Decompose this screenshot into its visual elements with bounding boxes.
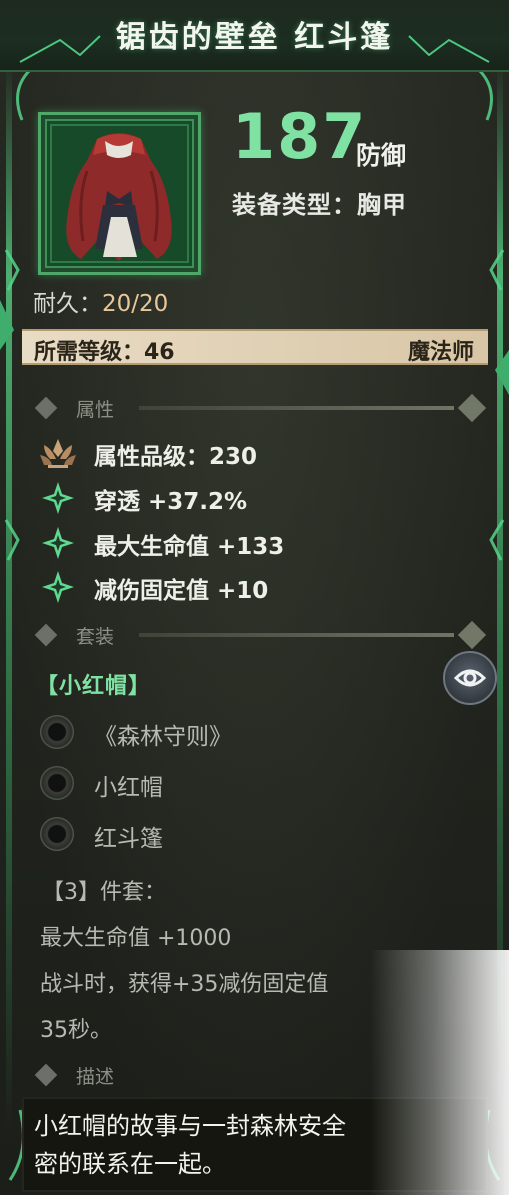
title-header: 锯齿的壁垒 红斗篷 [0, 0, 509, 72]
attribute-text: 穿透 +37.2% [94, 489, 248, 515]
eye-icon [454, 669, 486, 687]
item-icon-frame[interactable] [38, 112, 201, 275]
set-piece-name: 红斗篷 [94, 826, 163, 852]
lotus-icon [40, 439, 76, 468]
defense-value: 187 [232, 100, 368, 173]
sparkle-icon [42, 571, 74, 603]
divider [139, 406, 454, 410]
set-piece-slot-icon [40, 817, 74, 851]
set-piece-slot-icon [40, 766, 74, 800]
set-bonus-line: 最大生命值 +1000 [40, 926, 232, 951]
eye-preview-button[interactable] [443, 651, 497, 705]
attribute-text: 属性品级：230 [94, 444, 258, 470]
sparkle-icon [42, 527, 74, 559]
set-name: 【小红帽】 [36, 674, 152, 699]
set-bonus-line: 35秒。 [40, 1018, 112, 1043]
section-header-set: 套装 [34, 620, 488, 650]
set-piece-slot-icon [40, 715, 74, 749]
diamond-icon [457, 393, 487, 423]
sparkle-icon [42, 482, 74, 514]
section-label: 描述 [76, 1066, 115, 1088]
section-label: 属性 [76, 399, 115, 421]
description-text: 小红帽的故事与一封森林安全 密的联系在一起。 [34, 1107, 474, 1183]
description-line: 密的联系在一起。 [34, 1150, 226, 1178]
set-piece-name: 小红帽 [94, 775, 163, 801]
section-label: 套装 [76, 626, 115, 648]
description-box: 小红帽的故事与一封森林安全 密的联系在一起。 [22, 1097, 488, 1192]
attribute-text: 减伤固定值 +10 [94, 578, 269, 604]
required-level: 所需等级：46 [34, 340, 175, 365]
diamond-icon [34, 396, 58, 420]
item-title: 锯齿的壁垒 红斗篷 [115, 20, 394, 55]
defense-label: 防御 [356, 141, 407, 170]
set-bonus-header: 【3】件套： [42, 880, 166, 905]
divider [139, 633, 454, 637]
requirement-bar: 所需等级：46 魔法师 [22, 329, 488, 365]
durability-label: 耐久： [33, 291, 102, 317]
equip-type: 装备类型：胸甲 [232, 191, 407, 219]
durability: 耐久：20/20 [33, 284, 168, 318]
section-header-attributes: 属性 [34, 393, 488, 423]
attribute-text: 最大生命值 +133 [94, 534, 285, 560]
section-header-description: 描述 [34, 1060, 488, 1090]
set-piece-name: 《森林守则》 [94, 724, 232, 750]
item-tooltip-panel: 锯齿的壁垒 红斗篷 187 防御 装备类型：胸甲 耐久：20/20 所需等级：4… [0, 0, 509, 1195]
description-line: 小红帽的故事与一封森林安全 [34, 1112, 346, 1140]
red-cape-dress-icon [47, 121, 192, 266]
set-bonus-line: 战斗时，获得+35减伤固定值 [40, 972, 329, 997]
diamond-icon [34, 1063, 58, 1087]
diamond-icon [34, 623, 58, 647]
required-class: 魔法师 [407, 340, 474, 365]
durability-value: 20/20 [102, 291, 169, 317]
diamond-icon [457, 620, 487, 650]
